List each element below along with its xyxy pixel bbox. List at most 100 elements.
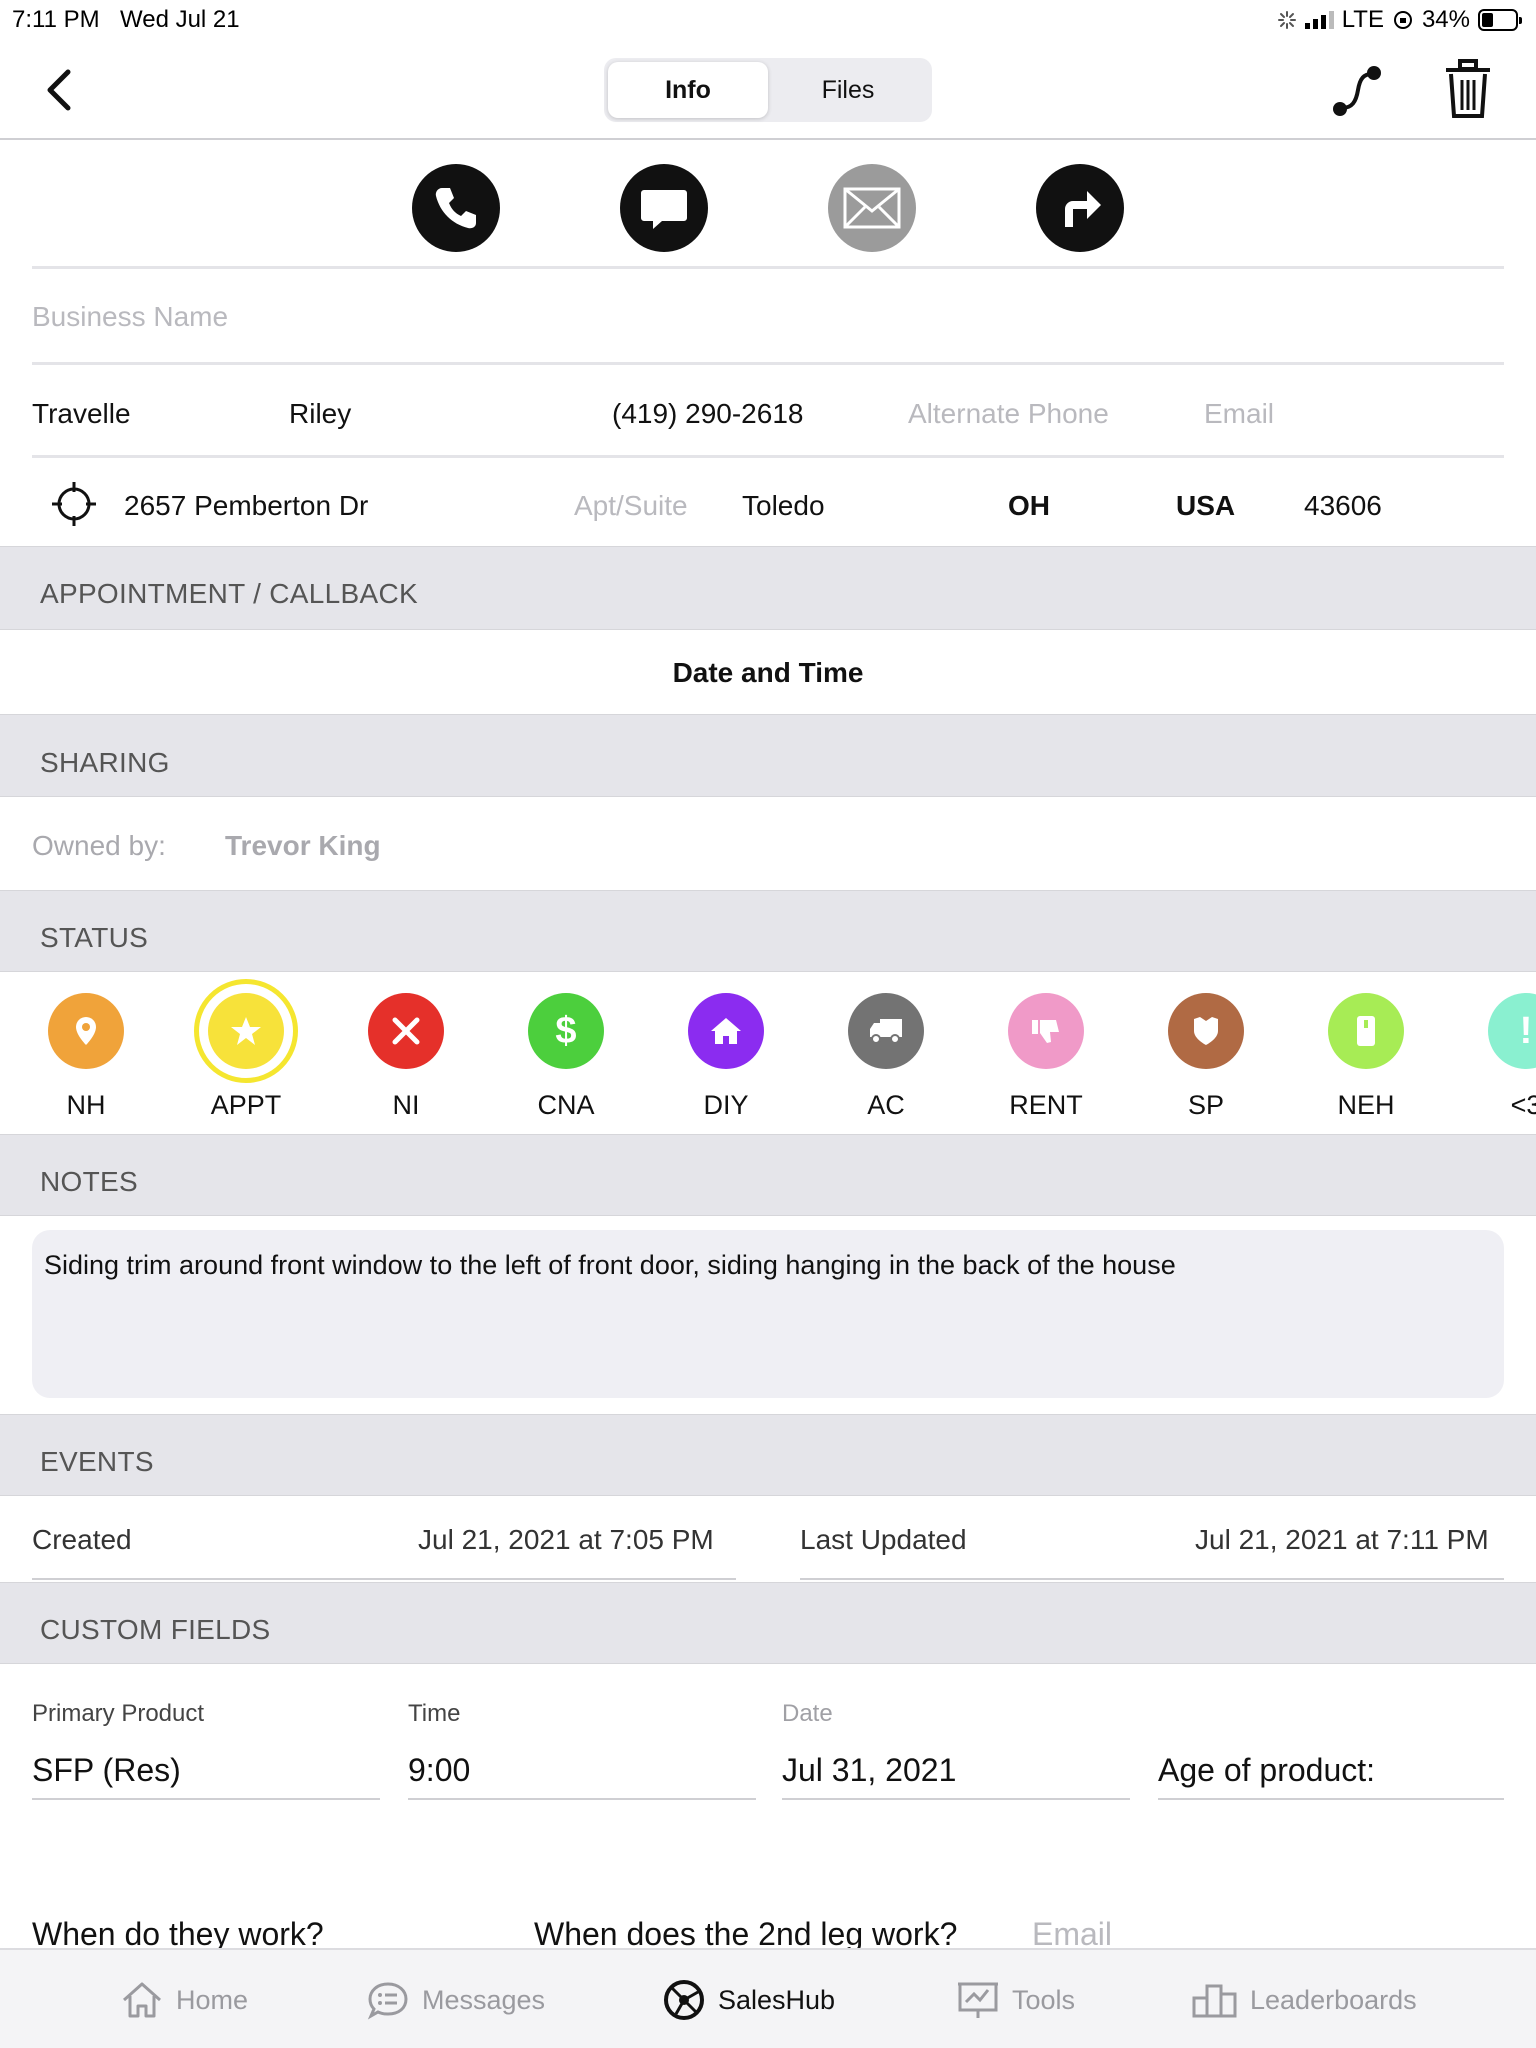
- status-cna[interactable]: $ CNA: [506, 990, 626, 1130]
- date-value[interactable]: Jul 31, 2021: [782, 1752, 956, 1789]
- created-label: Created: [32, 1524, 132, 1555]
- star-icon: [208, 993, 284, 1069]
- truck-icon: [848, 993, 924, 1069]
- locate-crosshair-icon[interactable]: [50, 480, 98, 528]
- last-updated-value: Jul 21, 2021 at 7:11 PM: [1195, 1524, 1489, 1555]
- section-title: SHARING: [40, 747, 170, 778]
- time-value[interactable]: 9:00: [408, 1752, 470, 1789]
- section-appointment: APPOINTMENT / CALLBACK: [0, 546, 1536, 630]
- phone-icon: [435, 188, 476, 229]
- status-neh[interactable]: NEH: [1306, 990, 1426, 1130]
- status-bar: 7:11 PM Wed Jul 21 LTE 34%: [0, 0, 1536, 40]
- directions-button[interactable]: [1036, 164, 1124, 252]
- call-button[interactable]: [412, 164, 500, 252]
- divider: [32, 362, 1504, 365]
- tab-info[interactable]: Info: [608, 62, 768, 118]
- tools-icon: [958, 1982, 998, 2018]
- status-label: SP: [1187, 1090, 1225, 1120]
- signal-icon: [1304, 11, 1334, 29]
- divider: [32, 1798, 380, 1800]
- alternate-phone-field[interactable]: Alternate Phone: [908, 398, 1109, 430]
- status-time: 7:11 PM: [12, 6, 100, 33]
- zip-field[interactable]: 43606: [1304, 490, 1382, 522]
- tab-leaderboards[interactable]: Leaderboards: [1192, 1950, 1417, 2048]
- tab-label: Tools: [1012, 1984, 1076, 2015]
- section-notes: NOTES: [0, 1134, 1536, 1216]
- email-field[interactable]: Email: [1204, 398, 1274, 430]
- status-rent[interactable]: RENT: [986, 990, 1106, 1130]
- directions-arrow-icon: [1065, 191, 1101, 227]
- primary-product-value[interactable]: SFP (Res): [32, 1752, 181, 1789]
- back-chevron-icon[interactable]: [40, 66, 80, 114]
- x-icon: [368, 993, 444, 1069]
- leaderboards-icon: [1192, 1984, 1237, 2018]
- divider: [800, 1578, 1504, 1580]
- primary-product-label: Primary Product: [32, 1700, 205, 1727]
- country-field[interactable]: USA: [1176, 490, 1235, 522]
- section-title: APPOINTMENT / CALLBACK: [40, 578, 418, 609]
- tab-messages[interactable]: Messages: [366, 1950, 545, 2048]
- tab-saleshub[interactable]: SalesHub: [662, 1950, 835, 2048]
- last-updated-label: Last Updated: [800, 1524, 967, 1555]
- tab-tools[interactable]: Tools: [956, 1950, 1075, 2048]
- tab-label: Messages: [422, 1984, 546, 2015]
- message-button[interactable]: [620, 164, 708, 252]
- apt-suite-field[interactable]: Apt/Suite: [574, 490, 688, 522]
- section-sharing: SHARING: [0, 714, 1536, 797]
- divider: [32, 266, 1504, 269]
- orientation-lock-icon: [1393, 11, 1412, 29]
- divider: [408, 1798, 756, 1800]
- time-label: Time: [408, 1700, 461, 1727]
- tab-label: SalesHub: [718, 1984, 836, 2015]
- section-title: CUSTOM FIELDS: [40, 1614, 271, 1645]
- tab-files[interactable]: Files: [768, 62, 928, 118]
- divider: [1158, 1798, 1504, 1800]
- info-files-segment: Info Files: [604, 58, 932, 122]
- status-ni[interactable]: NI: [346, 990, 466, 1130]
- chat-bubble-icon: [641, 190, 687, 229]
- status-date: Wed Jul 21: [120, 6, 240, 33]
- email-button[interactable]: [828, 164, 916, 252]
- business-name-field[interactable]: Business Name: [32, 301, 228, 333]
- section-title: EVENTS: [40, 1446, 154, 1477]
- status-heart[interactable]: ! <3: [1466, 990, 1536, 1130]
- age-of-product-field[interactable]: Age of product:: [1158, 1752, 1375, 1789]
- tab-bar: Home Messages SalesHub Tools Leaderboard…: [0, 1948, 1536, 2048]
- contact-actions: [0, 160, 1536, 252]
- status-appt[interactable]: APPT: [186, 979, 306, 1130]
- divider: [32, 455, 1504, 458]
- first-name-field[interactable]: Travelle: [32, 398, 131, 430]
- saleshub-icon: [664, 1980, 704, 2020]
- map-pin-icon: [48, 993, 124, 1069]
- status-sp[interactable]: SP: [1146, 990, 1266, 1130]
- section-status: STATUS: [0, 890, 1536, 972]
- date-label: Date: [782, 1700, 833, 1727]
- battery-percent: 34%: [1421, 6, 1470, 33]
- dollar-icon: $: [528, 993, 604, 1069]
- nav-bar: Info Files: [0, 40, 1536, 140]
- status-right: LTE 34%: [1277, 6, 1522, 34]
- status-ac[interactable]: AC: [826, 990, 946, 1130]
- created-value: Jul 21, 2021 at 7:05 PM: [418, 1524, 714, 1555]
- owner-name[interactable]: Trevor King: [225, 830, 381, 862]
- status-label: AC: [867, 1090, 905, 1120]
- date-time-button[interactable]: Date and Time: [0, 657, 1536, 689]
- notes-textarea[interactable]: Siding trim around front window to the l…: [32, 1230, 1504, 1398]
- trash-icon[interactable]: [1444, 58, 1492, 120]
- section-events: EVENTS: [0, 1414, 1536, 1496]
- state-field[interactable]: OH: [1008, 490, 1050, 522]
- messages-icon: [367, 1982, 408, 2020]
- status-label: APPT: [210, 1090, 282, 1120]
- street-field[interactable]: 2657 Pemberton Dr: [124, 490, 368, 522]
- section-title: NOTES: [40, 1166, 138, 1197]
- city-field[interactable]: Toledo: [742, 490, 825, 522]
- loading-spinner-icon: [1277, 11, 1296, 29]
- phone-field[interactable]: (419) 290-2618: [612, 398, 803, 430]
- status-nh[interactable]: NH: [26, 990, 146, 1130]
- status-label: NH: [66, 1090, 106, 1120]
- tab-home[interactable]: Home: [120, 1950, 248, 2048]
- last-name-field[interactable]: Riley: [289, 398, 351, 430]
- status-diy[interactable]: DIY: [666, 990, 786, 1130]
- route-icon[interactable]: [1330, 62, 1384, 120]
- section-title: STATUS: [40, 922, 149, 953]
